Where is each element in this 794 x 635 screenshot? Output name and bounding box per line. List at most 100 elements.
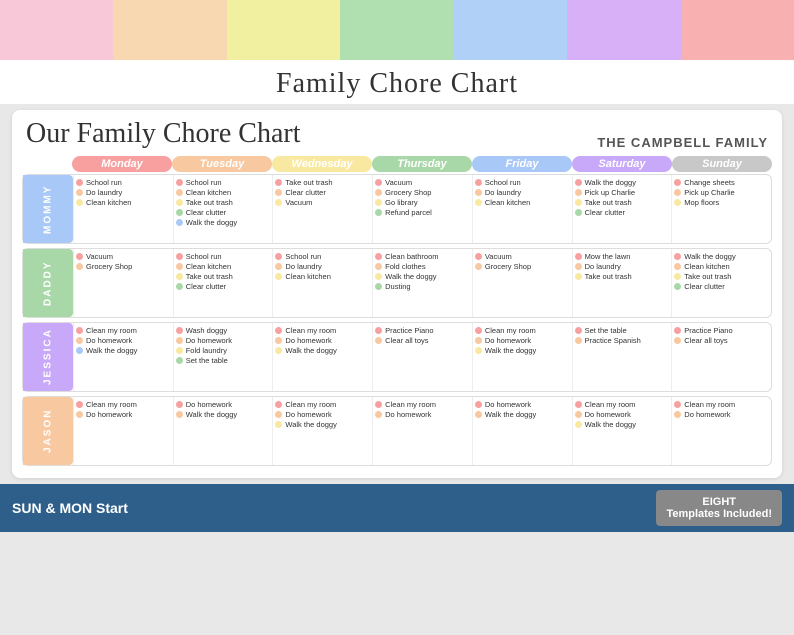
chore-item: Clear clutter bbox=[575, 208, 670, 217]
chore-text: Vacuum bbox=[385, 178, 412, 187]
chore-dot bbox=[176, 401, 183, 408]
chore-text: Do laundry bbox=[285, 262, 321, 271]
chore-text: Practice Piano bbox=[385, 326, 433, 335]
chore-dot bbox=[176, 189, 183, 196]
chore-item: Clean my room bbox=[375, 400, 470, 409]
chore-item: Clean kitchen bbox=[674, 262, 769, 271]
person-row-mommy: MOMMYSchool runDo laundryClean kitchenSc… bbox=[22, 174, 772, 244]
person-label-jessica: JESSICA bbox=[23, 323, 73, 391]
person-row-jason: JASONClean my roomDo homeworkDo homework… bbox=[22, 396, 772, 466]
chore-dot bbox=[475, 337, 482, 344]
chore-item: Walk the doggy bbox=[475, 410, 570, 419]
chore-cell: Take out trashClear clutterVacuum bbox=[272, 175, 372, 243]
chore-dot bbox=[275, 189, 282, 196]
chore-item: Clean my room bbox=[674, 400, 769, 409]
chore-dot bbox=[475, 199, 482, 206]
top-bar bbox=[567, 0, 680, 60]
person-row-jessica: JESSICAClean my roomDo homeworkWalk the … bbox=[22, 322, 772, 392]
chore-dot bbox=[375, 253, 382, 260]
bottom-right-text: EIGHTTemplates Included! bbox=[656, 490, 782, 526]
chore-item: Vacuum bbox=[76, 252, 171, 261]
chore-item: Clean my room bbox=[275, 400, 370, 409]
chore-dot bbox=[575, 209, 582, 216]
chore-dot bbox=[375, 327, 382, 334]
chore-text: Do homework bbox=[86, 336, 132, 345]
chore-text: Clean my room bbox=[86, 326, 137, 335]
chore-item: Clean kitchen bbox=[76, 198, 171, 207]
chore-text: Walk the doggy bbox=[86, 346, 137, 355]
chore-text: Clean kitchen bbox=[186, 188, 231, 197]
chore-text: Set the table bbox=[186, 356, 228, 365]
chore-text: Do homework bbox=[86, 410, 132, 419]
chore-dot bbox=[575, 253, 582, 260]
chore-dot bbox=[76, 253, 83, 260]
chore-text: Walk the doggy bbox=[186, 218, 237, 227]
chart-title: Our Family Chore Chart bbox=[26, 118, 301, 150]
chore-item: Do homework bbox=[674, 410, 769, 419]
chore-item: School run bbox=[176, 178, 271, 187]
chore-text: Do homework bbox=[585, 410, 631, 419]
chore-dot bbox=[475, 179, 482, 186]
chore-cell: School runClean kitchenTake out trashCle… bbox=[173, 175, 273, 243]
chore-dot bbox=[475, 253, 482, 260]
chore-item: Practice Spanish bbox=[575, 336, 670, 345]
chore-item: Change sheets bbox=[674, 178, 769, 187]
chore-item: Clear clutter bbox=[674, 282, 769, 291]
chore-item: Take out trash bbox=[176, 272, 271, 281]
chore-item: Do homework bbox=[375, 410, 470, 419]
chore-item: Do homework bbox=[176, 336, 271, 345]
chore-item: Clean kitchen bbox=[275, 272, 370, 281]
chore-dot bbox=[76, 337, 83, 344]
chore-dot bbox=[575, 179, 582, 186]
chore-text: Change sheets bbox=[684, 178, 734, 187]
chore-item: School run bbox=[475, 178, 570, 187]
chore-dot bbox=[375, 189, 382, 196]
chore-text: School run bbox=[186, 178, 222, 187]
chore-dot bbox=[275, 401, 282, 408]
chore-text: Do homework bbox=[485, 336, 531, 345]
chore-text: Fold clothes bbox=[385, 262, 425, 271]
chore-dot bbox=[176, 179, 183, 186]
chore-text: Walk the doggy bbox=[585, 420, 636, 429]
chore-dot bbox=[375, 263, 382, 270]
chore-item: Pick up Charlie bbox=[674, 188, 769, 197]
chore-text: Clean my room bbox=[285, 326, 336, 335]
chore-text: Clean my room bbox=[684, 400, 735, 409]
chore-text: Clean kitchen bbox=[684, 262, 729, 271]
chore-dot bbox=[76, 401, 83, 408]
family-name: THE CAMPBELL FAMILY bbox=[597, 135, 768, 150]
person-label-jason: JASON bbox=[23, 397, 73, 465]
chore-text: Fold laundry bbox=[186, 346, 227, 355]
day-header-monday: Monday bbox=[72, 156, 172, 172]
chore-cell: Change sheetsPick up CharlieMop floors bbox=[671, 175, 771, 243]
chore-cell: Mow the lawnDo laundryTake out trash bbox=[572, 249, 672, 317]
chore-dot bbox=[76, 411, 83, 418]
chore-dot bbox=[375, 337, 382, 344]
chore-dot bbox=[275, 347, 282, 354]
chore-text: Walk the doggy bbox=[485, 410, 536, 419]
chore-dot bbox=[674, 411, 681, 418]
chore-item: Do homework bbox=[76, 336, 171, 345]
top-bar bbox=[454, 0, 567, 60]
chore-text: Vacuum bbox=[285, 198, 312, 207]
chore-item: Take out trash bbox=[275, 178, 370, 187]
chore-cell: Clean my roomDo homeworkWalk the doggy bbox=[472, 323, 572, 391]
chore-text: Walk the doggy bbox=[585, 178, 636, 187]
top-bar bbox=[681, 0, 794, 60]
chore-dot bbox=[674, 401, 681, 408]
chore-item: Vacuum bbox=[375, 178, 470, 187]
chore-text: Grocery Shop bbox=[385, 188, 431, 197]
chore-dot bbox=[176, 219, 183, 226]
chore-dot bbox=[275, 263, 282, 270]
chore-text: Practice Spanish bbox=[585, 336, 641, 345]
chore-dot bbox=[176, 273, 183, 280]
chore-cell: Do homeworkWalk the doggy bbox=[173, 397, 273, 465]
chore-dot bbox=[275, 327, 282, 334]
chore-text: Take out trash bbox=[585, 272, 632, 281]
chore-text: Refund parcel bbox=[385, 208, 432, 217]
day-header-wednesday: Wednesday bbox=[272, 156, 372, 172]
chore-text: Walk the doggy bbox=[186, 410, 237, 419]
top-bar bbox=[113, 0, 226, 60]
chore-item: Set the table bbox=[176, 356, 271, 365]
chore-dot bbox=[375, 411, 382, 418]
